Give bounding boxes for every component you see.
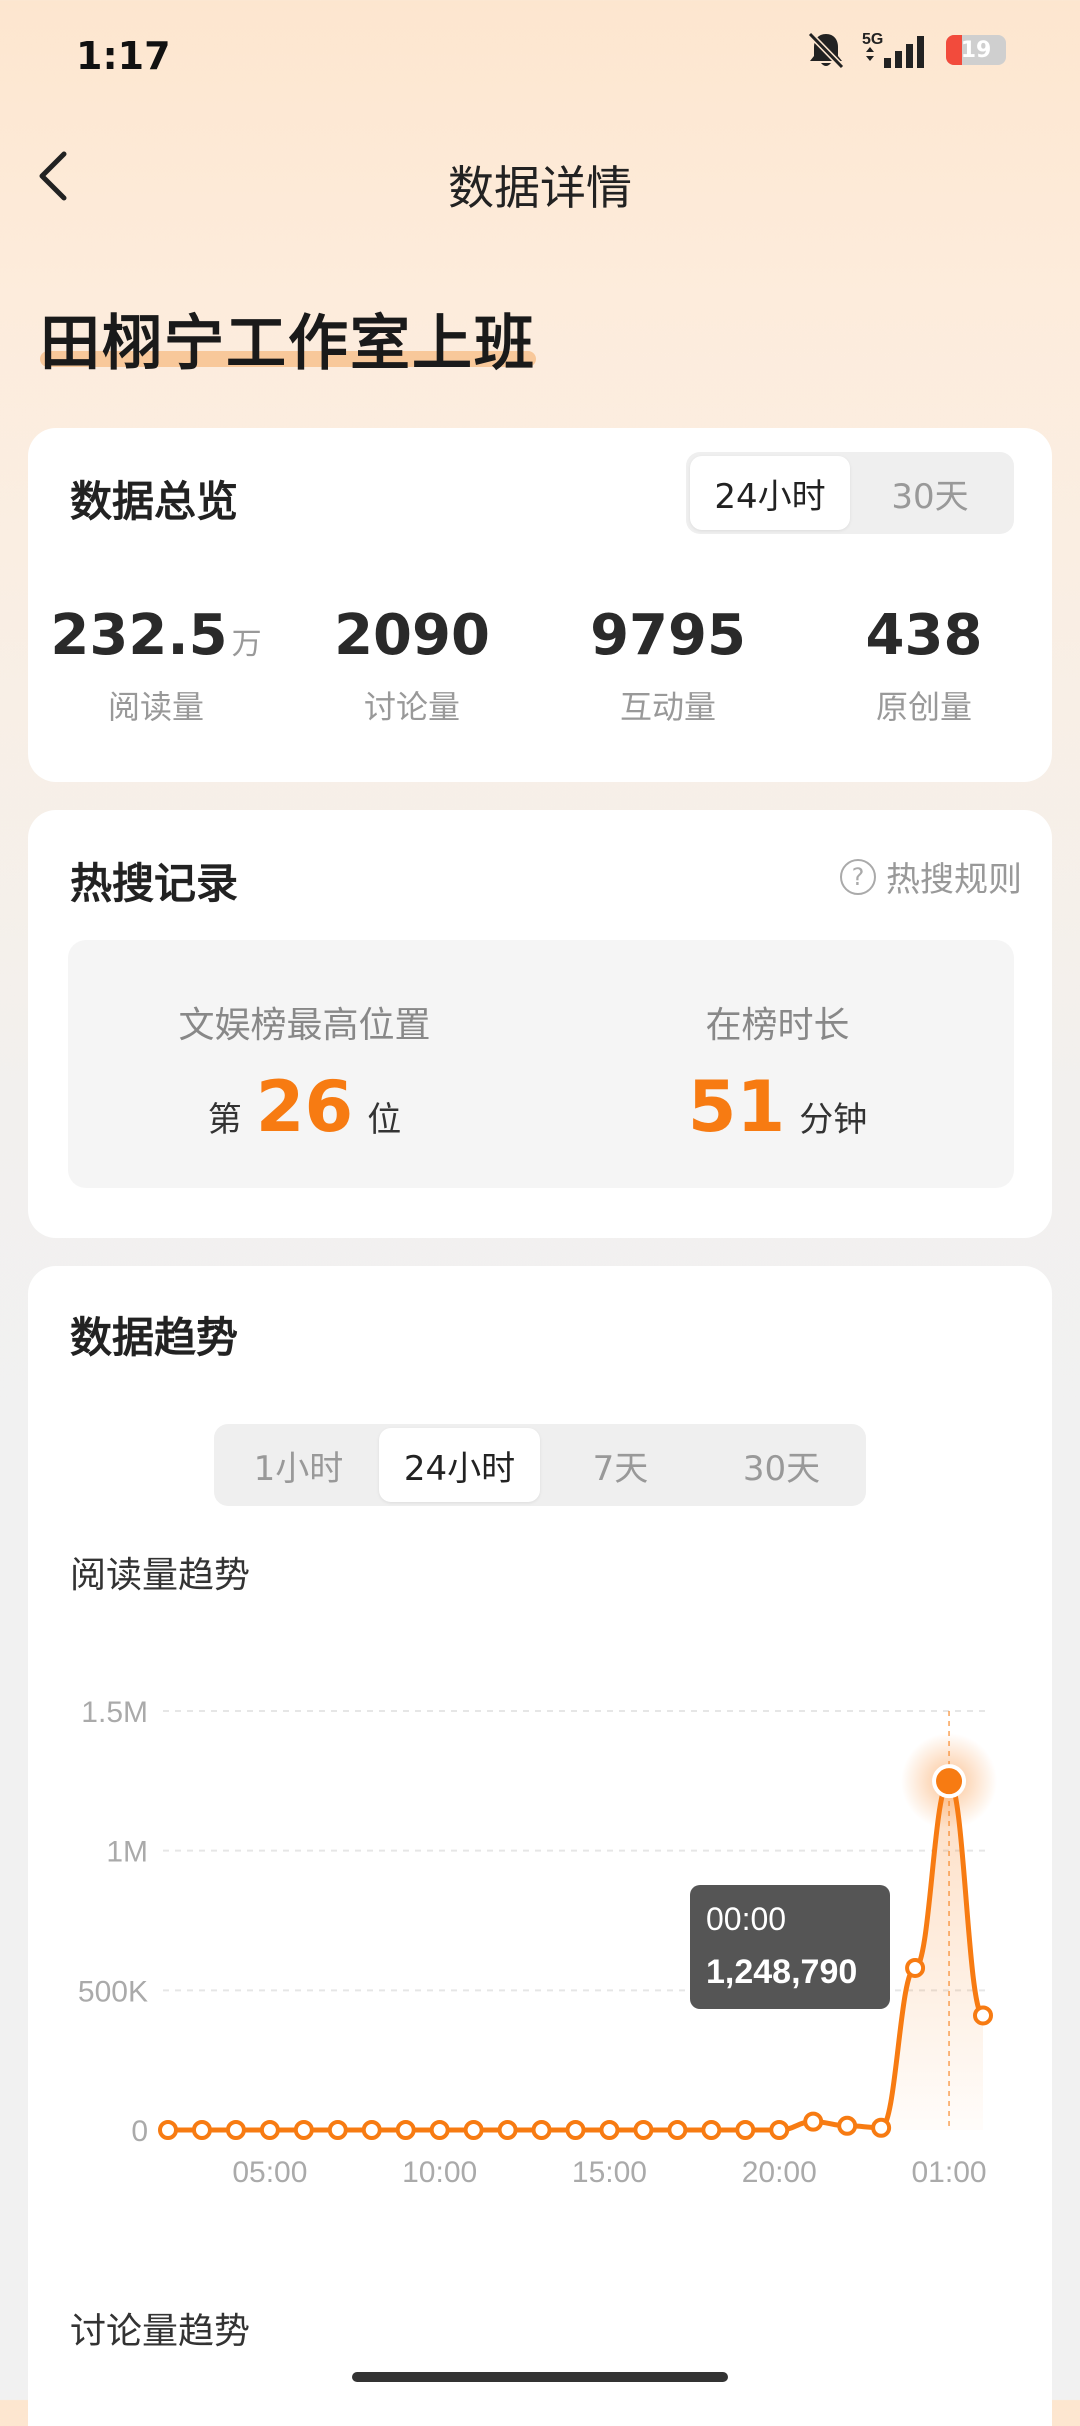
data-point bbox=[871, 2117, 892, 2138]
duration-suffix: 分钟 bbox=[799, 1100, 868, 1140]
stat-interaction: 9795 互动量 bbox=[540, 608, 796, 728]
overview-title: 数据总览 bbox=[70, 477, 239, 526]
overview-range-toggle: 24小时 30天 bbox=[686, 452, 1014, 534]
data-point bbox=[735, 2120, 756, 2140]
stat-read: 232.5 万 阅读量 bbox=[28, 608, 284, 728]
mute-bell-icon bbox=[807, 31, 845, 70]
data-point bbox=[191, 2120, 212, 2140]
data-point bbox=[293, 2120, 314, 2140]
status-icons: 5G 19 bbox=[804, 30, 1006, 70]
data-point bbox=[463, 2120, 484, 2140]
data-point bbox=[225, 2120, 246, 2140]
y-tick-label: 500K bbox=[78, 1975, 148, 2008]
stat-discussion: 2090 讨论量 bbox=[284, 608, 540, 728]
highest-suffix: 位 bbox=[367, 1100, 402, 1140]
data-point bbox=[259, 2120, 280, 2140]
trend-card: 数据趋势 1小时 24小时 7天 30天 阅读量趋势 0 500K 1M 1.5M 05… bbox=[28, 1266, 1052, 2426]
data-point bbox=[395, 2120, 416, 2140]
data-point bbox=[565, 2120, 586, 2140]
hot-search-rules-link[interactable]: ? 热搜规则 bbox=[840, 852, 1022, 901]
signal-5g-icon: 5G bbox=[862, 31, 924, 68]
x-tick-label: 20:00 bbox=[742, 2156, 817, 2189]
tooltip-value: 1,248,790 bbox=[706, 1953, 857, 1991]
rules-label: 热搜规则 bbox=[886, 860, 1022, 900]
highest-position: 文娱榜最高位置 第 26 位 bbox=[68, 940, 541, 1188]
stat-discussion-label: 讨论量 bbox=[363, 688, 460, 726]
stat-original-label: 原创量 bbox=[875, 688, 972, 726]
data-point bbox=[429, 2120, 450, 2140]
stat-read-value: 232.5 bbox=[50, 603, 228, 668]
topic-title-block: 田栩宁工作室上班 bbox=[40, 295, 536, 382]
data-point bbox=[599, 2120, 620, 2140]
network-type-label: 5G bbox=[862, 31, 883, 48]
highlight-point bbox=[932, 1764, 967, 1799]
stat-read-label: 阅读量 bbox=[107, 688, 204, 726]
on-list-duration: 在榜时长 51 分钟 bbox=[541, 940, 1014, 1188]
stat-read-unit: 万 bbox=[231, 627, 262, 662]
status-time: 1:17 bbox=[76, 34, 171, 78]
status-bar: 1:17 5G 19 bbox=[0, 0, 1080, 110]
stat-original-value: 438 bbox=[865, 603, 983, 668]
topic-title: 田栩宁工作室上班 bbox=[40, 309, 536, 379]
stat-discussion-value: 2090 bbox=[334, 603, 490, 668]
data-point bbox=[531, 2120, 552, 2140]
page-title: 数据详情 bbox=[448, 161, 632, 215]
data-point bbox=[769, 2120, 790, 2140]
y-tick-label: 1M bbox=[106, 1836, 148, 1869]
data-point bbox=[837, 2115, 858, 2136]
battery-level: 19 bbox=[960, 37, 992, 63]
data-point bbox=[327, 2120, 348, 2140]
data-point bbox=[905, 1957, 926, 1978]
chart-tooltip: 00:00 1,248,790 bbox=[690, 1885, 890, 2009]
duration-value: 51 bbox=[687, 1066, 786, 1148]
x-tick-label: 10:00 bbox=[402, 2156, 477, 2189]
hot-search-stats: 文娱榜最高位置 第 26 位 在榜时长 51 分钟 bbox=[68, 940, 1014, 1188]
stat-interaction-value: 9795 bbox=[590, 603, 746, 668]
stat-interaction-label: 互动量 bbox=[619, 688, 716, 726]
home-indicator bbox=[352, 2372, 728, 2382]
data-point bbox=[701, 2120, 722, 2140]
data-point bbox=[633, 2120, 654, 2140]
read-trend-chart: 0 500K 1M 1.5M 05:00 10:00 15:00 20:00 01:00 00:0… bbox=[78, 1696, 998, 2189]
x-tick-label: 15:00 bbox=[572, 2156, 647, 2189]
tab-30d[interactable]: 30天 bbox=[850, 456, 1010, 530]
highest-prefix: 第 bbox=[207, 1100, 242, 1140]
duration-label: 在榜时长 bbox=[705, 1005, 850, 1046]
y-tick-label: 0 bbox=[131, 2115, 148, 2148]
data-point bbox=[803, 2111, 824, 2132]
highest-position-label: 文娱榜最高位置 bbox=[178, 1005, 431, 1046]
data-point bbox=[361, 2120, 382, 2140]
data-point bbox=[667, 2120, 688, 2140]
x-tick-label: 05:00 bbox=[232, 2156, 307, 2189]
battery-icon: 19 bbox=[946, 35, 1006, 65]
overview-stats: 232.5 万 阅读量 2090 讨论量 9795 互动量 438 原创量 bbox=[28, 608, 1052, 728]
data-point bbox=[497, 2120, 518, 2140]
data-point bbox=[158, 2120, 178, 2140]
overview-card: 数据总览 24小时 30天 232.5 万 阅读量 2090 讨论量 9795 互… bbox=[28, 428, 1052, 782]
highest-value: 26 bbox=[255, 1066, 354, 1148]
discussion-trend-title: 讨论量趋势 bbox=[70, 2311, 251, 2352]
x-tick-label: 01:00 bbox=[912, 2156, 987, 2189]
hot-search-title: 热搜记录 bbox=[70, 859, 239, 908]
y-tick-label: 1.5M bbox=[81, 1696, 148, 1729]
tooltip-time: 00:00 bbox=[706, 1901, 786, 1937]
header: 数据详情 bbox=[0, 140, 1080, 220]
help-circle-icon: ? bbox=[840, 858, 876, 895]
stat-original: 438 原创量 bbox=[796, 608, 1052, 728]
tab-24h[interactable]: 24小时 bbox=[690, 456, 850, 530]
hot-search-card: 热搜记录 ? 热搜规则 文娱榜最高位置 第 26 位 在榜时长 51 分钟 bbox=[28, 810, 1052, 1238]
data-point bbox=[973, 2005, 993, 2026]
